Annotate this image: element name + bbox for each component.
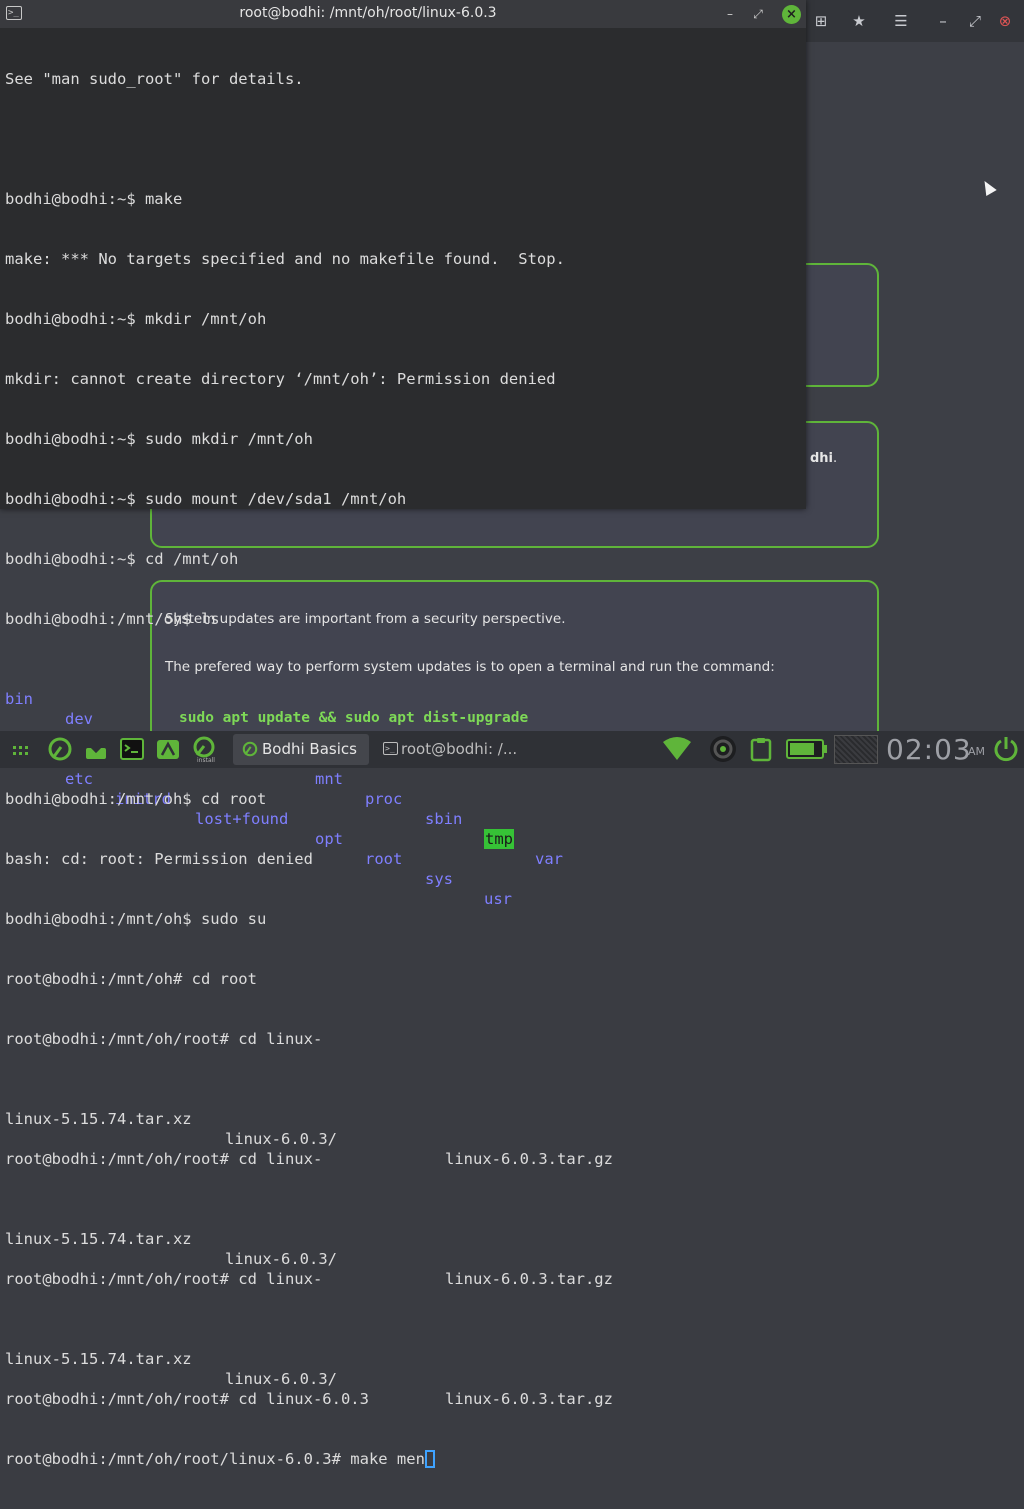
completion-entry: linux-6.0.3/ <box>225 1130 337 1148</box>
close-button[interactable]: × <box>782 5 801 24</box>
task-terminal-label: root@bodhi: /... <box>401 740 518 758</box>
terminal-line: root@bodhi:/mnt/oh/root# cd linux- <box>5 1030 323 1048</box>
minimize-icon[interactable]: – <box>721 5 739 23</box>
terminal-line: bodhi@bodhi:~$ mkdir /mnt/oh <box>5 310 267 328</box>
bodhi-icon <box>242 741 258 757</box>
volume-icon[interactable] <box>706 734 740 764</box>
terminal-line: See "man sudo_root" for details. <box>5 70 304 88</box>
terminal-line: bash: cd: root: Permission denied <box>5 850 313 868</box>
task-browser[interactable]: Bodhi Basics <box>233 734 369 765</box>
terminal-line: root@bodhi:/mnt/oh# cd root <box>5 970 257 988</box>
close-icon[interactable]: ⊗ <box>996 12 1014 30</box>
card-text-fragment: dhi. <box>810 451 838 466</box>
new-tab-icon[interactable]: ⊞ <box>812 12 830 30</box>
wifi-icon[interactable] <box>661 736 693 762</box>
browser-toolbar: ⊞ ★ ☰ – ⤢ ⊗ <box>806 0 1024 42</box>
completion-row: linux-5.15.74.tar.xz linux-6.0.3/ linux-… <box>5 1089 806 1168</box>
ls-dir-entry-highlighted: tmp <box>484 829 514 849</box>
completion-row: linux-5.15.74.tar.xz linux-6.0.3/ linux-… <box>5 1329 806 1408</box>
download-icon[interactable] <box>83 736 109 762</box>
app-store-icon[interactable] <box>155 736 181 762</box>
terminal-line: make: *** No targets specified and no ma… <box>5 250 565 268</box>
ls-dir-entry: lost+found <box>195 810 289 828</box>
terminal-line: bodhi@bodhi:/mnt/oh$ cd root <box>5 790 267 808</box>
terminal-output[interactable]: See "man sudo_root" for details. bodhi@b… <box>0 28 806 1468</box>
workspace-pager[interactable] <box>834 735 878 764</box>
battery-icon[interactable] <box>785 736 829 762</box>
current-prompt: root@bodhi:/mnt/oh/root/linux-6.0.3# mak… <box>5 1450 425 1468</box>
terminal-line: bodhi@bodhi:~$ cd /mnt/oh <box>5 550 239 568</box>
clipboard-icon[interactable] <box>748 736 774 762</box>
bodhi-menu-icon[interactable] <box>47 736 73 762</box>
minimize-icon[interactable]: – <box>934 12 952 30</box>
terminal-line: bodhi@bodhi:~$ sudo mkdir /mnt/oh <box>5 430 313 448</box>
ls-dir-entry: etc <box>65 770 93 788</box>
current-prompt-line[interactable]: root@bodhi:/mnt/oh/root/linux-6.0.3# mak… <box>5 1449 806 1469</box>
completion-row: linux-5.15.74.tar.xz linux-6.0.3/ linux-… <box>5 1209 806 1288</box>
terminal-line: mkdir: cannot create directory ‘/mnt/oh’… <box>5 370 556 388</box>
ls-dir-entry: opt <box>315 830 343 848</box>
terminal-title: root@bodhi: /mnt/oh/root/linux-6.0.3 <box>239 5 497 21</box>
terminal-line: bodhi@bodhi:/mnt/oh$ ls <box>5 610 220 628</box>
menu-icon[interactable]: ☰ <box>892 12 910 30</box>
clock-ampm: AM <box>968 745 986 758</box>
terminal-icon: >_ <box>383 742 398 755</box>
task-browser-label: Bodhi Basics <box>262 740 357 758</box>
task-terminal[interactable]: >_ root@bodhi: /... <box>377 734 527 765</box>
ls-dir-entry: bin <box>5 690 33 708</box>
ls-dir-entry: sbin <box>425 810 463 828</box>
terminal-line: root@bodhi:/mnt/oh/root# cd linux-6.0.3 <box>5 1390 369 1408</box>
terminal-icon[interactable] <box>119 736 145 762</box>
clock: 02:03 <box>886 733 972 766</box>
restore-icon[interactable]: ⤢ <box>966 12 984 30</box>
installer-label: install <box>197 757 215 764</box>
terminal-line: root@bodhi:/mnt/oh/root# cd linux- <box>5 1270 323 1288</box>
terminal-line: root@bodhi:/mnt/oh/root# cd linux- <box>5 1150 323 1168</box>
ls-dir-entry: mnt <box>315 770 343 788</box>
terminal-line: bodhi@bodhi:~$ sudo mount /dev/sda1 /mnt… <box>5 490 407 508</box>
ls-dir-entry: sys <box>425 870 453 888</box>
completion-entry: linux-6.0.3/ <box>225 1370 337 1388</box>
terminal-line: bodhi@bodhi:~$ make <box>5 190 183 208</box>
completion-entry: linux-6.0.3/ <box>225 1250 337 1268</box>
terminal-titlebar[interactable]: >_ root@bodhi: /mnt/oh/root/linux-6.0.3 … <box>0 0 806 28</box>
completion-entry: linux-5.15.74.tar.xz <box>5 1110 192 1128</box>
text-cursor <box>424 1450 435 1468</box>
bookmark-icon[interactable]: ★ <box>850 12 868 30</box>
grid-icon[interactable] <box>9 736 35 762</box>
desktop: ⊞ ★ ☰ – ⤢ ⊗ dhi. System updates are impo… <box>0 0 1024 1468</box>
terminal-window[interactable]: >_ root@bodhi: /mnt/oh/root/linux-6.0.3 … <box>0 0 806 1468</box>
completion-entry: linux-5.15.74.tar.xz <box>5 1350 192 1368</box>
ls-dir-entry: dev <box>65 710 93 728</box>
completion-entry: linux-5.15.74.tar.xz <box>5 1230 192 1248</box>
power-icon[interactable] <box>992 735 1020 763</box>
ls-output-row: bin dev home lib mnt proc sbin tmp var <box>5 669 806 868</box>
ls-dir-entry: usr <box>484 890 512 908</box>
taskbar: install Bodhi Basics >_ root@bodhi: /... <box>0 731 1024 768</box>
maximize-icon[interactable]: ⤢ <box>749 5 767 23</box>
terminal-line: bodhi@bodhi:/mnt/oh$ sudo su <box>5 910 267 928</box>
